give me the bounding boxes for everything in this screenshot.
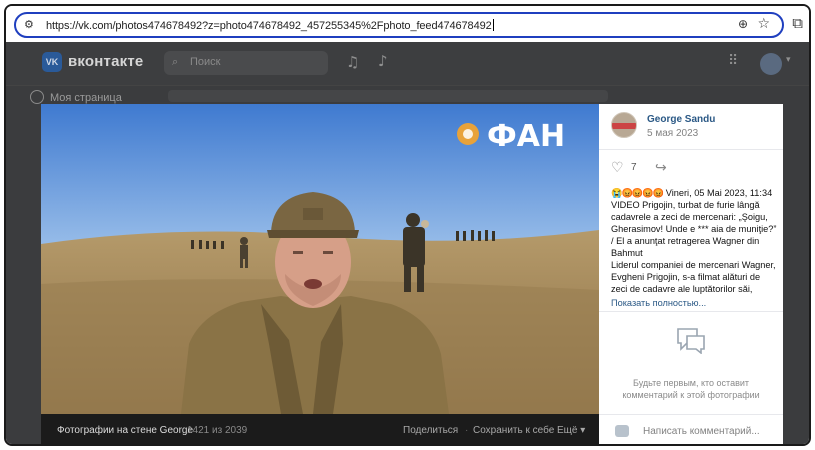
vk-logo[interactable]: VK — [42, 52, 62, 72]
separator-dot: · — [549, 425, 553, 436]
photo-counter: 1421 из 2039 — [187, 425, 248, 436]
music-icon[interactable]: ♪ — [378, 52, 388, 70]
more-button[interactable]: Ещё ▾ — [557, 425, 585, 436]
share-icon[interactable]: ↪ — [655, 160, 667, 176]
search-input[interactable]: ⌕ Поиск — [164, 51, 328, 75]
photo-scene: ФАН — [41, 104, 599, 414]
browser-toolbar: ⚙ https://vk.com/photos474678492?z=photo… — [6, 6, 809, 42]
separator-dot: · — [465, 425, 469, 436]
sidebar-item-my-page[interactable]: Моя страница — [50, 92, 122, 104]
emoji-reactions: 😭😡😡😡😡 — [611, 188, 664, 198]
tune-icon[interactable]: ⚙ — [24, 18, 38, 32]
star-icon[interactable]: ☆ — [757, 16, 770, 32]
show-more-link[interactable]: Показать полностью... — [611, 297, 777, 309]
author-header: George Sandu 5 мая 2023 — [599, 104, 783, 150]
profile-icon — [30, 90, 44, 104]
save-button[interactable]: Сохранить к себе — [473, 425, 554, 436]
author-name[interactable]: George Sandu — [647, 114, 715, 125]
post-headline: VIDEO Prigojin, turbat de furie lângă ca… — [611, 200, 777, 258]
like-count: 7 — [631, 162, 637, 173]
apps-grid-icon[interactable]: ⠿ — [728, 53, 738, 69]
watermark-text: ФАН — [487, 119, 565, 154]
divider — [599, 311, 783, 312]
comment-bubble-icon — [677, 328, 705, 354]
post-timestamp: Vineri, 05 Mai 2023, 11:34 — [665, 188, 773, 198]
bell-icon[interactable]: ♫ — [346, 53, 359, 71]
zoom-icon[interactable]: ⊕ — [738, 17, 748, 31]
feed-header — [168, 90, 608, 102]
search-icon: ⌕ — [172, 55, 179, 68]
search-placeholder: Поиск — [190, 56, 221, 68]
comment-placeholder[interactable]: Написать комментарий... — [643, 426, 760, 437]
url-text[interactable]: https://vk.com/photos474678492?z=photo47… — [46, 19, 494, 32]
comment-input[interactable]: Написать комментарий... — [599, 414, 783, 444]
text-caret — [492, 19, 494, 31]
vk-header: VK вконтакте ⌕ Поиск ♫ ♪ ⠿ ▾ — [6, 42, 809, 86]
photo-image[interactable]: ФАН — [41, 104, 599, 414]
camera-icon[interactable] — [615, 425, 629, 437]
empty-comments-text: Будьте первым, кто оставит комментарий к… — [622, 378, 760, 400]
photo-viewer: ФАН Фотографии на стене George 1421 из 2… — [41, 104, 783, 444]
post-text: 😭😡😡😡😡 Vineri, 05 Mai 2023, 11:34 VIDEO P… — [611, 187, 777, 309]
post-body: Liderul companiei de mercenari Wagner, E… — [611, 260, 776, 294]
vk-page: VK вконтакте ⌕ Поиск ♫ ♪ ⠿ ▾ Моя страниц… — [6, 42, 809, 444]
photo-footer: Фотографии на стене George 1421 из 2039 … — [41, 414, 599, 444]
extensions-icon[interactable]: ⧉ — [792, 14, 803, 32]
heart-icon[interactable]: ♡ — [611, 160, 624, 176]
photo-info-panel: George Sandu 5 мая 2023 ♡ 7 ↪ 😭😡😡😡😡 Vine… — [599, 104, 783, 444]
album-title[interactable]: Фотографии на стене George — [57, 425, 193, 436]
chevron-down-icon[interactable]: ▾ — [786, 55, 791, 65]
address-bar[interactable]: ⚙ https://vk.com/photos474678492?z=photo… — [14, 12, 784, 38]
author-avatar[interactable] — [611, 112, 637, 138]
browser-window: ⚙ https://vk.com/photos474678492?z=photo… — [4, 4, 811, 446]
post-date[interactable]: 5 мая 2023 — [647, 128, 698, 139]
avatar[interactable] — [760, 53, 782, 75]
share-button[interactable]: Поделиться — [403, 425, 458, 436]
vk-brand-name[interactable]: вконтакте — [68, 53, 143, 70]
